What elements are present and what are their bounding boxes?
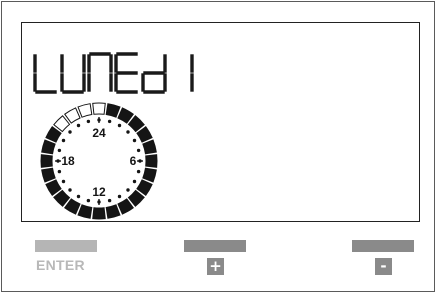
clock-hour-segment [77, 204, 93, 219]
clock-hour-segment [92, 207, 106, 220]
clock-hour-segment [105, 103, 121, 118]
minus-icon: - [375, 258, 392, 275]
program-clock: 24 6 12 18 [40, 102, 158, 220]
clock-hour-segment [41, 139, 56, 155]
clock-hour-segment [41, 167, 56, 183]
clock-hour-label: 12 [92, 185, 106, 199]
clock-hour-label: 6 [130, 154, 137, 168]
enter-label: ENTER [36, 257, 85, 273]
clock-hour-segment [77, 103, 93, 118]
enter-button[interactable] [35, 240, 97, 252]
clock-hour-segment [92, 102, 106, 115]
plus-icon: + [207, 258, 224, 275]
plus-button[interactable] [184, 240, 246, 252]
clock-hour-segment [142, 139, 157, 155]
minus-button[interactable] [352, 240, 414, 252]
clock-hour-segment [142, 167, 157, 183]
thermostat-device: 24 6 12 18 ENTER + - [0, 0, 438, 295]
clock-hour-segment [105, 204, 121, 219]
clock-hour-label: 24 [92, 126, 106, 140]
clock-hour-segment [145, 154, 158, 168]
lcd-screen: 24 6 12 18 [21, 22, 420, 222]
clock-hour-segment [40, 154, 53, 168]
clock-hour-label: 18 [61, 154, 75, 168]
